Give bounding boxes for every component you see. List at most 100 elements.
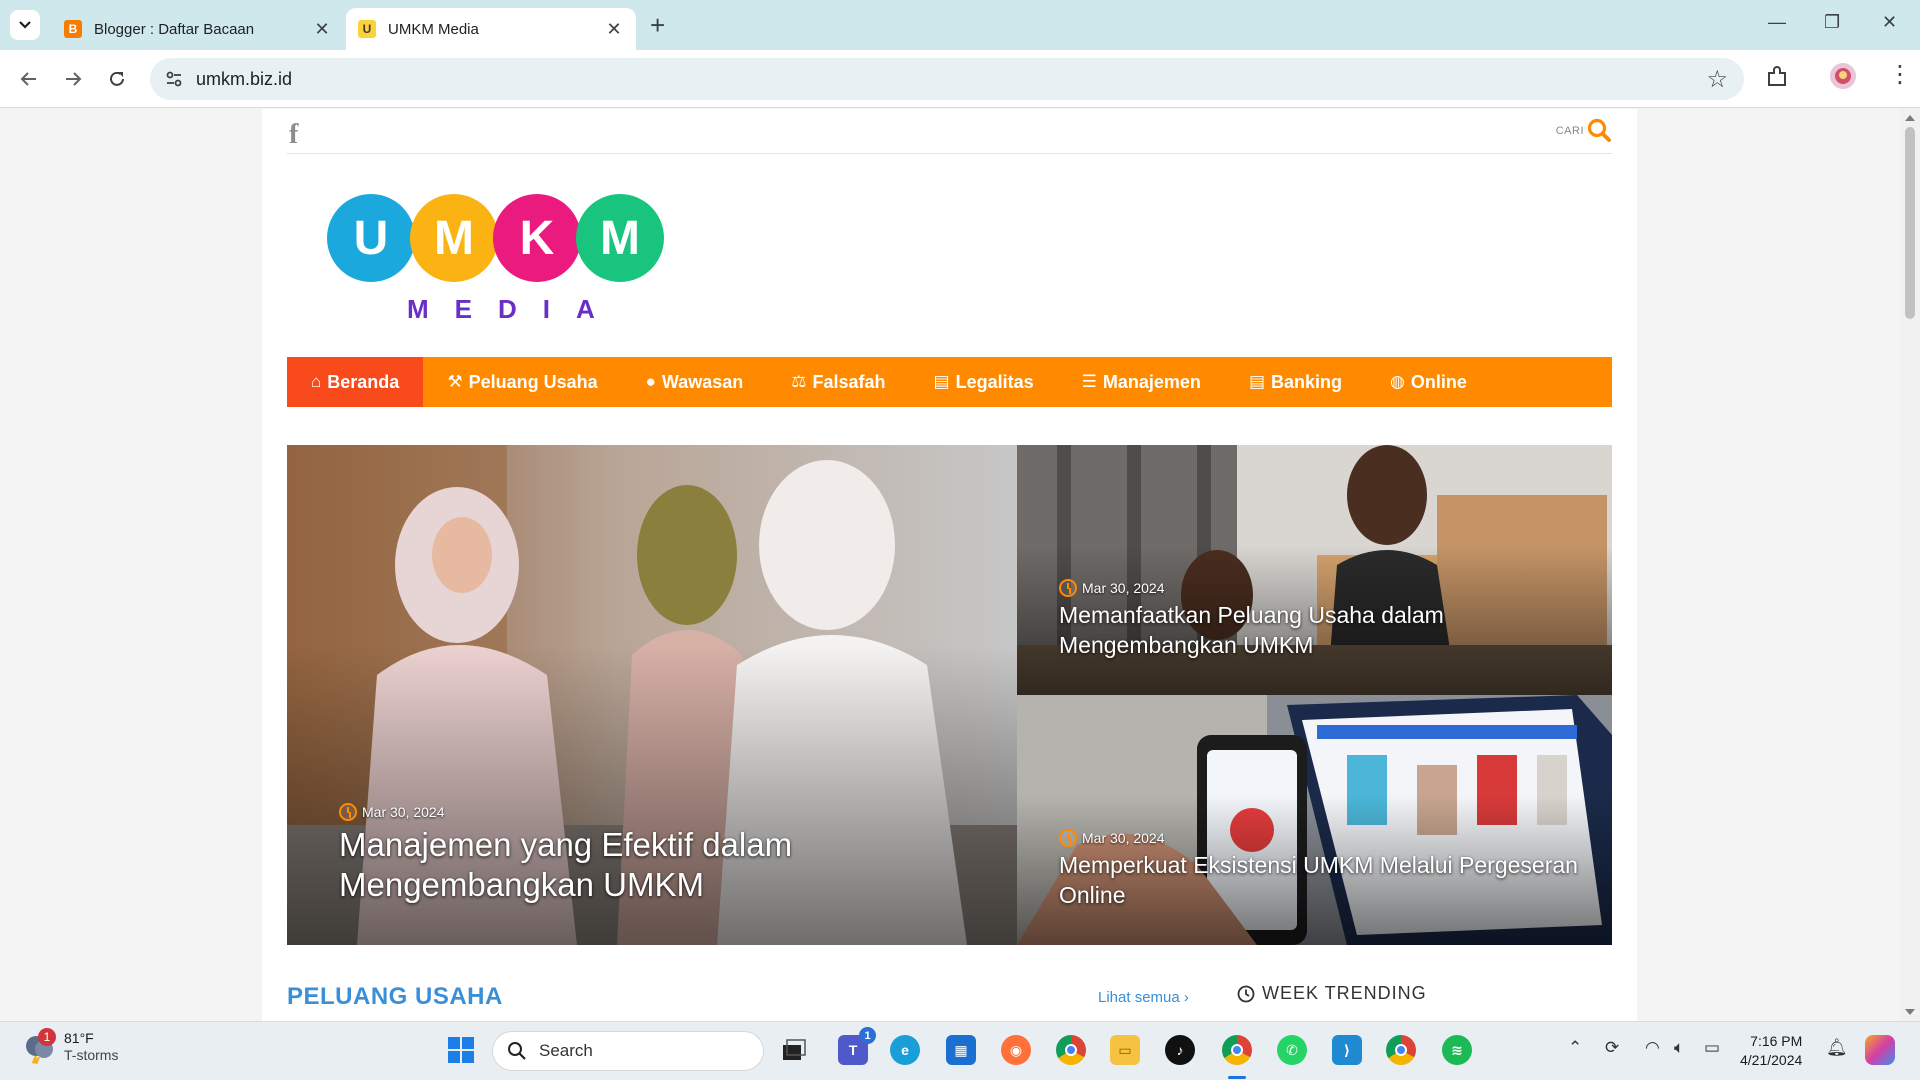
featured-post-main[interactable]: Mar 30, 2024 Manajemen yang Efektif dala… (287, 445, 1017, 945)
facebook-icon[interactable]: f (289, 119, 298, 151)
page-scrollbar[interactable] (1900, 109, 1920, 1021)
featured-post-side-2[interactable]: Mar 30, 2024 Memperkuat Eksistensi UMKM … (1017, 695, 1612, 945)
post-date-text: Mar 30, 2024 (1082, 830, 1165, 846)
wifi-icon[interactable]: ◠ (1645, 1038, 1660, 1058)
featured-posts: Mar 30, 2024 Manajemen yang Efektif dala… (287, 445, 1612, 945)
worker-icon: ⚒ (447, 372, 463, 391)
profile-avatar[interactable] (1829, 62, 1857, 95)
sync-icon[interactable]: ⟳ (1605, 1038, 1619, 1058)
nav-item-wawasan[interactable]: ● Wawasan (622, 357, 768, 407)
featured-post-side-1[interactable]: Mar 30, 2024 Memanfaatkan Peluang Usaha … (1017, 445, 1612, 695)
windows-start-icon[interactable] (446, 1035, 476, 1065)
file-icon: ▤ (1248, 372, 1265, 391)
tab-search-button[interactable] (10, 10, 40, 40)
microsoft-store-icon[interactable]: ▦ (946, 1035, 976, 1065)
bookmark-star-icon[interactable]: ☆ (1706, 65, 1728, 94)
site-logo[interactable]: U M K M MEDIA (327, 194, 667, 324)
post-date: Mar 30, 2024 (1059, 829, 1165, 847)
clock-icon (1059, 579, 1077, 597)
blogger-icon: B (64, 20, 82, 38)
post-date: Mar 30, 2024 (1059, 579, 1165, 597)
browser-toolbar: umkm.biz.id ☆ ⋮ (0, 50, 1920, 108)
close-window-button[interactable]: ✕ (1882, 12, 1897, 33)
chrome-icon[interactable] (1056, 1035, 1086, 1065)
site-topbar: f CARI (287, 109, 1612, 154)
copilot-icon[interactable] (1865, 1035, 1895, 1065)
notification-bell-icon[interactable]: 🔔︎ (1826, 1038, 1848, 1058)
vscode-icon[interactable]: ⟩ (1332, 1035, 1362, 1065)
weather-badge: 1 (38, 1028, 56, 1046)
show-hidden-icons[interactable]: ⌃ (1568, 1038, 1582, 1058)
minimize-button[interactable]: — (1768, 12, 1786, 33)
list-icon: ☰ (1081, 372, 1097, 391)
address-bar[interactable]: umkm.biz.id ☆ (150, 58, 1744, 100)
post-date-text: Mar 30, 2024 (1082, 580, 1165, 596)
week-trending-label: WEEK TRENDING (1262, 983, 1427, 1003)
search-icon (508, 1042, 526, 1060)
scrollbar-thumb[interactable] (1905, 127, 1915, 319)
nav-item-online[interactable]: ◍ Online (1366, 357, 1491, 407)
search-label[interactable]: CARI (1556, 125, 1584, 137)
chevron-down-icon (19, 21, 31, 29)
nav-item-beranda[interactable]: ⌂ Beranda (287, 357, 424, 407)
chrome-active-icon[interactable] (1222, 1035, 1252, 1065)
reload-icon[interactable] (102, 64, 132, 94)
clock-date: 4/21/2024 (1740, 1052, 1803, 1068)
post-title[interactable]: Memperkuat Eksistensi UMKM Melalui Perge… (1059, 850, 1579, 910)
site-info-icon[interactable] (164, 69, 184, 89)
teams-icon[interactable]: T 1 (838, 1027, 876, 1065)
search-placeholder: Search (539, 1041, 593, 1060)
post-title[interactable]: Memanfaatkan Peluang Usaha dalam Mengemb… (1059, 600, 1579, 660)
weather-desc: T-storms (64, 1047, 119, 1063)
scale-icon: ⚖ (791, 372, 807, 391)
spotify-icon[interactable]: ≋ (1442, 1035, 1472, 1065)
taskbar-search[interactable]: Search (492, 1031, 764, 1071)
logo-letter-m2: M (576, 194, 664, 282)
new-tab-button[interactable]: + (650, 12, 665, 38)
globe-icon: ◍ (1390, 372, 1405, 391)
whatsapp-icon[interactable]: ✆ (1277, 1035, 1307, 1065)
page-viewport: f CARI U M K M MEDIA ⌂ Beranda ⚒ Peluang U… (0, 109, 1900, 1021)
close-icon[interactable]: ✕ (604, 19, 624, 40)
active-app-indicator (1228, 1076, 1246, 1079)
system-clock[interactable]: 7:16 PM 4/21/2024 (1740, 1032, 1802, 1070)
url-text: umkm.biz.id (196, 69, 293, 89)
back-icon[interactable] (14, 64, 44, 94)
nav-item-peluang-usaha[interactable]: ⚒ Peluang Usaha (423, 357, 621, 407)
close-icon[interactable]: ✕ (312, 19, 332, 40)
tab-umkm-media[interactable]: U UMKM Media ✕ (346, 8, 636, 50)
post-date-text: Mar 30, 2024 (362, 804, 445, 820)
nav-label: Falsafah (812, 371, 886, 392)
lightbulb-icon: ● (645, 372, 656, 391)
forward-icon[interactable] (58, 64, 88, 94)
file-explorer-icon[interactable]: ▭ (1110, 1035, 1140, 1065)
battery-icon[interactable]: ▭ (1704, 1038, 1720, 1058)
menu-icon[interactable]: ⋮ (1888, 60, 1912, 89)
nav-item-falsafah[interactable]: ⚖ Falsafah (767, 357, 909, 407)
nav-label: Banking (1271, 371, 1343, 392)
edge-icon[interactable]: e (890, 1035, 920, 1065)
extensions-icon[interactable] (1764, 64, 1790, 95)
scroll-down-arrow[interactable] (1905, 1009, 1915, 1015)
post-title[interactable]: Manajemen yang Efektif dalam Mengembangk… (339, 825, 979, 905)
tiktok-icon[interactable]: ♪ (1165, 1035, 1195, 1065)
tab-blogger[interactable]: B Blogger : Daftar Bacaan ✕ (52, 8, 344, 50)
umkm-favicon: U (358, 20, 376, 38)
nav-label: Online (1410, 371, 1467, 392)
task-view-icon[interactable] (779, 1035, 809, 1065)
nav-item-manajemen[interactable]: ☰ Manajemen (1058, 357, 1225, 407)
week-trending-heading: WEEK TRENDING (1237, 983, 1427, 1004)
search-icon[interactable] (1586, 117, 1612, 143)
scroll-up-arrow[interactable] (1905, 115, 1915, 121)
chrome-profile-icon[interactable] (1386, 1035, 1416, 1065)
firefox-icon[interactable]: ◉ (1001, 1035, 1031, 1065)
nav-item-banking[interactable]: ▤ Banking (1225, 357, 1366, 407)
volume-icon[interactable]: 🔈︎ (1674, 1038, 1684, 1058)
restore-button[interactable]: ❐ (1824, 12, 1840, 33)
see-all-link[interactable]: Lihat semua › (1098, 989, 1189, 1006)
nav-item-legalitas[interactable]: ▤ Legalitas (910, 357, 1058, 407)
weather-widget[interactable]: 1 81°F T-storms (22, 1028, 119, 1065)
home-icon: ⌂ (311, 372, 322, 391)
clock-time: 7:16 PM (1750, 1033, 1803, 1049)
windows-taskbar: 1 81°F T-storms Search T 1 e ▦ ◉ ▭ ♪ ✆ ⟩… (0, 1021, 1920, 1080)
